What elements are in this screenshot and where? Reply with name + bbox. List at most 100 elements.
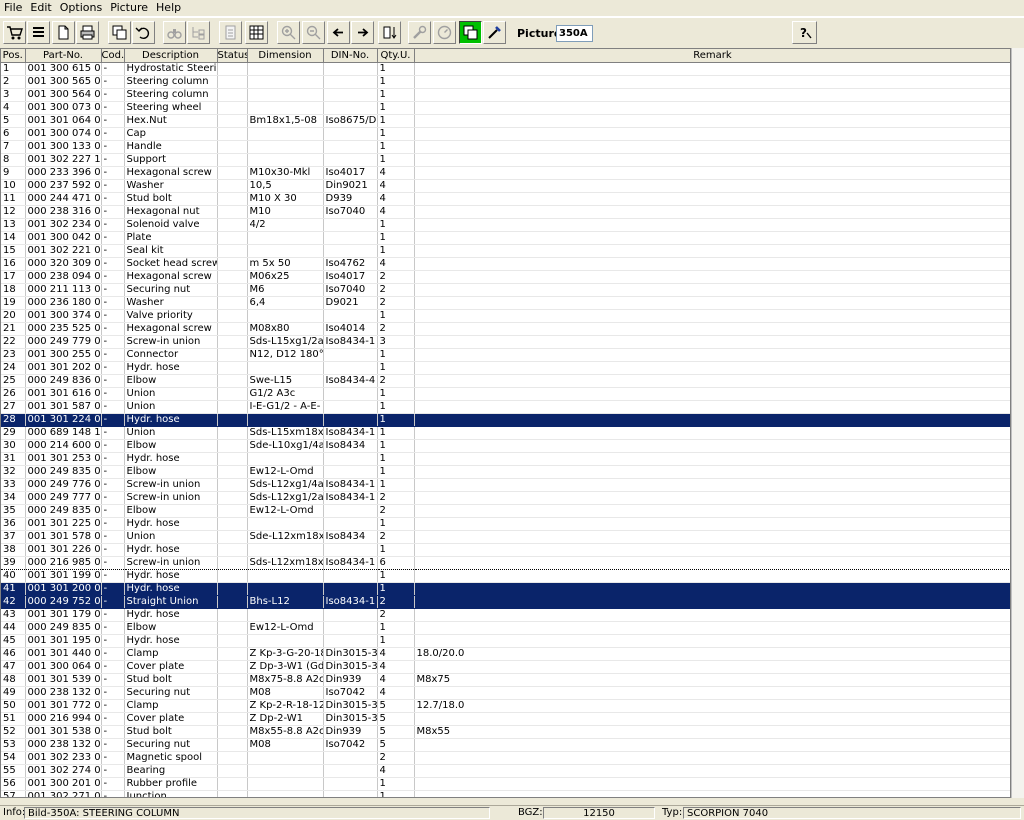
eyedropper-icon[interactable]	[483, 21, 506, 44]
menu-options[interactable]: Options	[56, 0, 106, 16]
table-row[interactable]: 12 000 238 316 0- Hexagonal nut M10 Iso7040 4	[1, 205, 1010, 219]
table-row[interactable]: 16 000 320 309 0- Socket head screw m 5x 50…	[1, 257, 1010, 271]
table-row[interactable]: 29000 689 148 1-Union Sds-L15xm18x1,5Iso8…	[1, 426, 1010, 440]
table-row[interactable]: 4 001 300 073 0- Steering wheel 1	[1, 101, 1010, 115]
table-row[interactable]: 32 000 249 835 0- Elbow Ew12-L-Omd 1	[1, 465, 1010, 479]
table-row[interactable]: 18 000 211 113 0- Securing nut M6 Iso7040 2	[1, 283, 1010, 297]
table-cell: Handle	[124, 140, 218, 154]
menu-edit[interactable]: Edit	[26, 0, 55, 16]
undo-icon[interactable]	[132, 21, 155, 44]
table-row[interactable]: 25 000 249 836 0- Elbow Swe-L15 Iso8434-4 2	[1, 374, 1010, 388]
column-header[interactable]: Dimension	[247, 49, 324, 63]
vertical-scrollbar[interactable]	[1011, 48, 1024, 798]
table-row[interactable]: 8 001 302 227 1- Support 1	[1, 153, 1010, 167]
table-row[interactable]: 50 001 301 772 0- Clamp Z Kp-2-R-18-12, Din3…	[1, 699, 1010, 713]
arrow-right-icon[interactable]	[351, 21, 374, 44]
table-row[interactable]: 57 001 302 271 0- Junction 1	[1, 790, 1010, 797]
table-row[interactable]: 27 001 301 587 0- Union I-E-G1/2 - A-E- 1	[1, 400, 1010, 414]
table-row[interactable]: 10 000 237 592 0- Washer 10,5 Din9021 4	[1, 179, 1010, 193]
column-header[interactable]: Part-No.	[25, 49, 102, 63]
grid-icon[interactable]	[245, 21, 268, 44]
list-icon[interactable]	[27, 21, 50, 44]
table-row[interactable]: 34 000 249 777 0- Screw-in union Sds-L12xg1…	[1, 491, 1010, 505]
table-row[interactable]: 54 001 302 233 0- Magnetic spool 2	[1, 751, 1010, 765]
column-header[interactable]: Qty.U.	[377, 49, 415, 63]
gauge-icon[interactable]	[433, 21, 456, 44]
column-header[interactable]: Remark	[414, 49, 1010, 63]
table-row[interactable]: 19 000 236 180 0- Washer 6,4 D9021 2	[1, 296, 1010, 310]
table-row[interactable]: 42 000 249 752 0- Straight Union Bhs-L12 Iso…	[1, 595, 1010, 609]
table-row[interactable]: 55 001 302 274 0- Bearing 4	[1, 764, 1010, 778]
table-row[interactable]: 35 000 249 835 0- Elbow Ew12-L-Omd 2	[1, 504, 1010, 518]
table-row[interactable]: 6 001 300 074 0- Cap 1	[1, 127, 1010, 141]
table-row[interactable]: 7 001 300 133 0- Handle 1	[1, 140, 1010, 154]
binoculars-icon[interactable]	[163, 21, 186, 44]
table-cell	[247, 127, 324, 141]
copy-icon[interactable]	[108, 21, 131, 44]
table-row[interactable]: 15 001 302 221 0- Seal kit 1	[1, 244, 1010, 258]
table-row[interactable]: 33 000 249 776 0- Screw-in union Sds-L12xg1…	[1, 478, 1010, 492]
table-row[interactable]: 24 001 301 202 0- Hydr. hose 1	[1, 361, 1010, 375]
help-icon[interactable]: ?	[792, 21, 817, 44]
table-cell: 40	[1, 569, 26, 583]
picture-input[interactable]: 350A	[556, 25, 593, 42]
cart-icon[interactable]	[3, 21, 26, 44]
table-cell	[247, 751, 324, 765]
table-row[interactable]: 2 001 300 565 0- Steering column 1	[1, 75, 1010, 89]
table-row[interactable]: 56 001 300 201 0- Rubber profile 1	[1, 777, 1010, 791]
menu-file[interactable]: File	[0, 0, 26, 16]
zoom-in-icon[interactable]	[277, 21, 300, 44]
table-cell	[323, 140, 378, 154]
table-row[interactable]: 39 000 216 985 0- Screw-in union Sds-L12xm1…	[1, 556, 1010, 570]
open-document-icon[interactable]	[52, 21, 75, 44]
print-icon[interactable]	[76, 21, 99, 44]
table-row[interactable]: 36 001 301 225 0- Hydr. hose 1	[1, 517, 1010, 531]
table-row[interactable]: 43 001 301 179 0- Hydr. hose 2	[1, 608, 1010, 622]
horizontal-scrollbar[interactable]	[0, 798, 1024, 805]
table-row[interactable]: 51 000 216 994 0- Cover plate Z Dp-2-W1 Din3…	[1, 712, 1010, 726]
table-row[interactable]: 46 001 301 440 0- Clamp Z Kp-3-G-20-18- Din3…	[1, 647, 1010, 661]
table-row[interactable]: 37001 301 578 0-Union Sde-L12xm18x1,5Iso8…	[1, 530, 1010, 544]
table-row[interactable]: 30000 214 600 0-Elbow Sde-L10xg1/4a-TIso8…	[1, 439, 1010, 453]
table-row[interactable]: 1001 300 615 0-Hydrostatic Steering1	[1, 62, 1010, 76]
table-row[interactable]: 3 001 300 564 0- Steering column 1	[1, 88, 1010, 102]
table-row[interactable]: 20 001 300 374 0- Valve priority 1	[1, 309, 1010, 323]
table-row[interactable]: 41 001 301 200 0- Hydr. hose 1	[1, 582, 1010, 596]
table-row[interactable]: 52 001 301 538 0- Stud bolt M8x55-8.8 A2c Di…	[1, 725, 1010, 739]
tree-icon[interactable]	[187, 21, 210, 44]
table-row[interactable]: 11 000 244 471 0- Stud bolt M10 X 30 D939 4	[1, 192, 1010, 206]
table-row[interactable]: 31 001 301 253 0- Hydr. hose 1	[1, 452, 1010, 466]
table-row[interactable]: 38 001 301 226 0- Hydr. hose 1	[1, 543, 1010, 557]
table-row[interactable]: 48 001 301 539 0- Stud bolt M8x75-8.8 A2c Di…	[1, 673, 1010, 687]
menu-picture[interactable]: Picture	[106, 0, 152, 16]
table-row[interactable]: 53 000 238 132 0- Securing nut M08 Iso7042 5	[1, 738, 1010, 752]
table-row[interactable]: 9 000 233 396 0- Hexagonal screw M10x30-Mkl…	[1, 166, 1010, 180]
table-row[interactable]: 26 001 301 616 0- Union G1/2 A3c 1	[1, 387, 1010, 401]
column-header[interactable]: DIN-No.	[323, 49, 378, 63]
copy-toggle-icon[interactable]	[459, 21, 482, 44]
table-row[interactable]: 21 000 235 525 0- Hexagonal screw M08x80 Iso…	[1, 322, 1010, 336]
table-row[interactable]: 23 001 300 255 0- Connector N12, D12 180° 1	[1, 348, 1010, 362]
column-header[interactable]: Status	[217, 49, 248, 63]
table-row[interactable]: 22 000 249 779 0- Screw-in union Sds-L15xg1…	[1, 335, 1010, 349]
column-header[interactable]: Cod.	[101, 49, 125, 63]
table-row[interactable]: 28 001 301 224 0- Hydr. hose 1	[1, 413, 1010, 427]
table-row[interactable]: 13 001 302 234 0- Solenoid valve 4/2 1	[1, 218, 1010, 232]
table-row[interactable]: 17 000 238 094 0- Hexagonal screw M06x25 Iso…	[1, 270, 1010, 284]
column-header[interactable]: Description	[124, 49, 218, 63]
document-icon[interactable]	[219, 21, 242, 44]
zoom-out-icon[interactable]	[302, 21, 325, 44]
arrow-left-icon[interactable]	[327, 21, 350, 44]
table-cell: Z Kp-3-G-20-18-	[247, 647, 324, 661]
wrench-icon[interactable]	[408, 21, 431, 44]
sort-icon[interactable]	[378, 21, 401, 44]
table-row[interactable]: 49 000 238 132 0- Securing nut M08 Iso7042 4	[1, 686, 1010, 700]
table-row[interactable]: 47 001 300 064 0- Cover plate Z Dp-3-W1 (Gd…	[1, 660, 1010, 674]
table-row[interactable]: 45 001 301 195 0- Hydr. hose 1	[1, 634, 1010, 648]
table-row[interactable]: 14 001 300 042 0- Plate 1	[1, 231, 1010, 245]
table-row[interactable]: 44 000 249 835 0- Elbow Ew12-L-Omd 1	[1, 621, 1010, 635]
table-row[interactable]: 5 001 301 064 0- Hex.Nut Bm18x1,5-08 Iso8675…	[1, 114, 1010, 128]
table-row[interactable]: 40 001 301 199 0- Hydr. hose 1	[1, 569, 1010, 583]
column-header[interactable]: Pos.	[1, 49, 26, 63]
menu-help[interactable]: Help	[152, 0, 185, 16]
